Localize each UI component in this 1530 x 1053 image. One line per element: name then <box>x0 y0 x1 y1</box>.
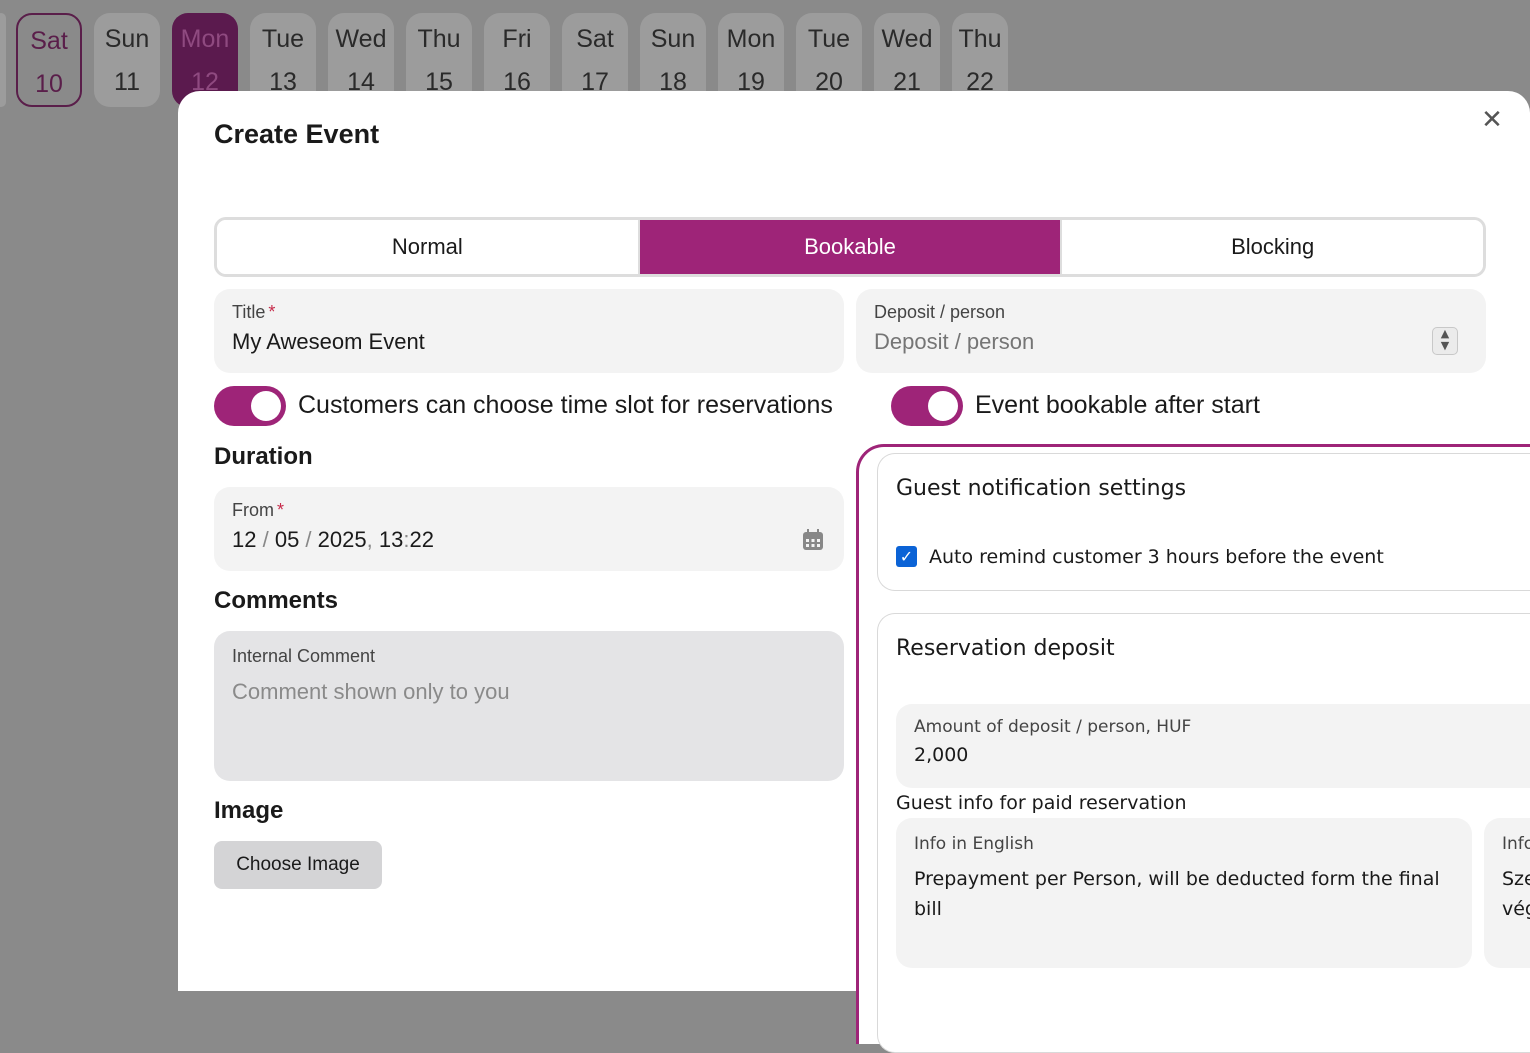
deposit-amount-field[interactable]: Amount of deposit / person, HUF 2,000 <box>896 704 1530 788</box>
title-input[interactable] <box>232 329 792 355</box>
auto-remind-label: Auto remind customer 3 hours before the … <box>929 546 1384 568</box>
day-cell[interactable]: Sun 11 <box>94 13 160 107</box>
timeslot-toggle[interactable] <box>214 386 286 426</box>
reservation-deposit-title: Reservation deposit <box>896 636 1115 661</box>
deposit-amount-value[interactable]: 2,000 <box>914 744 1474 766</box>
day-cell[interactable]: Sat 10 <box>16 13 82 107</box>
day-name: Fri <box>502 25 532 53</box>
day-name: Wed <box>335 25 387 53</box>
info-english-field[interactable]: Info in English Prepayment per Person, w… <box>896 818 1472 968</box>
event-type-selector: Normal Bookable Blocking <box>214 217 1486 277</box>
day-name: Sun <box>650 25 696 53</box>
internal-comment-label: Internal Comment <box>232 646 376 666</box>
deposit-input[interactable] <box>874 329 1414 355</box>
deposit-field[interactable]: Deposit / person ▲▼ <box>856 289 1486 373</box>
info-hungarian-field[interactable]: Info Szevég <box>1484 818 1530 968</box>
day-name: Sat <box>30 27 68 55</box>
deposit-label: Deposit / person <box>874 302 1006 322</box>
day-name: Sat <box>576 25 614 53</box>
timeslot-toggle-label: Customers can choose time slot for reser… <box>298 391 833 419</box>
internal-comment-placeholder[interactable]: Comment shown only to you <box>232 679 792 705</box>
toggle-knob <box>928 391 958 421</box>
from-datetime-value[interactable]: 12 / 05 / 2025, 13:22 <box>232 527 792 553</box>
info-hungarian-value[interactable]: Szevég <box>1502 864 1530 924</box>
day-name: Wed <box>881 25 933 53</box>
reservation-deposit-card: Reservation deposit Amount of deposit / … <box>877 613 1530 1053</box>
info-english-value[interactable]: Prepayment per Person, will be deducted … <box>914 864 1454 924</box>
day-peek <box>0 13 6 107</box>
title-field[interactable]: Title * <box>214 289 844 373</box>
day-name: Thu <box>417 25 461 53</box>
notification-settings-card: Guest notification settings ✓ Auto remin… <box>877 453 1530 591</box>
toggle-knob <box>251 391 281 421</box>
guest-info-label: Guest info for paid reservation <box>896 792 1187 814</box>
choose-image-button[interactable]: Choose Image <box>214 841 382 889</box>
from-date-field[interactable]: From * 12 / 05 / 2025, 13:22 <box>214 487 844 571</box>
internal-comment-field[interactable]: Internal Comment Comment shown only to y… <box>214 631 844 781</box>
info-english-label: Info in English <box>914 834 1034 854</box>
day-date: 10 <box>35 70 63 98</box>
day-date: 11 <box>114 68 140 96</box>
title-label: Title * <box>232 302 276 322</box>
notification-settings-title: Guest notification settings <box>896 476 1187 501</box>
modal-title: Create Event <box>214 119 380 149</box>
bookable-settings-panel: Guest notification settings ✓ Auto remin… <box>856 444 1530 1053</box>
image-heading: Image <box>214 797 284 824</box>
day-name: Tue <box>261 25 305 53</box>
day-name: Mon <box>180 25 230 53</box>
event-type-blocking[interactable]: Blocking <box>1062 220 1483 274</box>
create-event-modal: Create Event ✕ Normal Bookable Blocking … <box>178 91 1530 1053</box>
deposit-amount-label: Amount of deposit / person, HUF <box>914 717 1192 737</box>
day-name: Sun <box>104 25 150 53</box>
number-stepper-icon[interactable]: ▲ ▼ <box>1432 327 1458 355</box>
duration-heading: Duration <box>214 443 313 470</box>
day-name: Mon <box>726 25 776 53</box>
calendar-icon[interactable] <box>802 529 824 551</box>
bookable-after-start-toggle[interactable] <box>891 386 963 426</box>
day-name: Thu <box>958 25 1002 53</box>
close-icon[interactable]: ✕ <box>1478 105 1506 135</box>
auto-remind-checkbox[interactable]: ✓ <box>896 546 917 567</box>
comments-heading: Comments <box>214 587 339 614</box>
bookable-after-start-label: Event bookable after start <box>975 391 1260 419</box>
day-name: Tue <box>807 25 851 53</box>
event-type-bookable[interactable]: Bookable <box>639 220 1063 274</box>
event-type-normal[interactable]: Normal <box>217 220 640 274</box>
from-label: From * <box>232 500 285 520</box>
info-hungarian-label: Info <box>1502 834 1530 854</box>
